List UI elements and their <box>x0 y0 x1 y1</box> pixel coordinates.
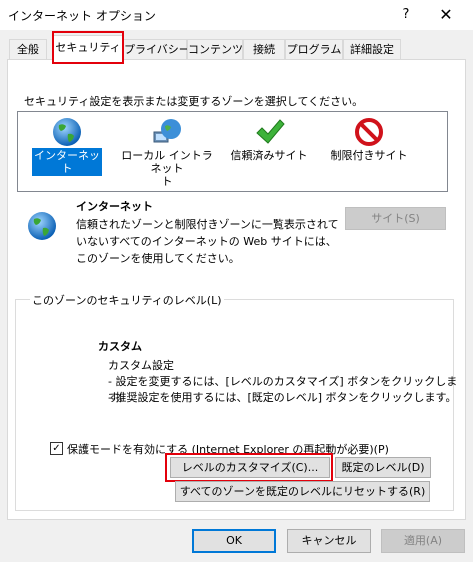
checkmark-icon <box>256 119 285 144</box>
level-subtitle: カスタム設定 <box>108 359 174 372</box>
level-instruction-2: - 推奨設定を使用するには、[既定のレベル] ボタンをクリックします。 <box>108 391 457 404</box>
level-title: カスタム <box>98 340 142 353</box>
tab-advanced[interactable]: 詳細設定 <box>343 39 401 59</box>
sites-button[interactable]: サイト(S) <box>345 207 446 230</box>
tab-programs[interactable]: プログラム <box>285 39 343 59</box>
default-level-button[interactable]: 既定のレベル(D) <box>335 457 431 478</box>
close-icon[interactable]: ✕ <box>428 2 464 28</box>
help-button[interactable]: ? <box>393 2 419 28</box>
zone-description: 信頼されたゾーンと制限付きゾーンに一覧表示されていないすべてのインターネットの … <box>76 218 339 265</box>
reset-all-zones-button[interactable]: すべてのゾーンを既定のレベルにリセットする(R) <box>175 481 430 502</box>
zone-select-prompt: セキュリティ設定を表示または変更するゾーンを選択してください。 <box>24 95 364 108</box>
tab-general[interactable]: 全般 <box>9 39 47 59</box>
tab-highlight-box <box>52 31 124 64</box>
protected-mode-checkbox[interactable]: ✓ <box>50 442 63 455</box>
zone-list: インターネット ローカル イントラネット ト 信頼済みサイト 制限付きサイト <box>17 111 448 192</box>
zone-title: インターネット <box>76 200 153 213</box>
tab-connections[interactable]: 接続 <box>243 39 285 59</box>
zone-restricted-sites[interactable]: 制限付きサイト <box>328 116 410 163</box>
apply-button[interactable]: 適用(A) <box>381 529 465 553</box>
tab-content[interactable]: コンテンツ <box>187 39 243 59</box>
globe-icon <box>53 118 81 146</box>
zone-local-intranet[interactable]: ローカル イントラネット ト <box>118 116 216 189</box>
intranet-globe-icon <box>153 119 181 143</box>
zone-internet-label: インターネット <box>32 148 102 176</box>
security-level-legend: このゾーンのセキュリティのレベル(L) <box>30 292 224 308</box>
globe-icon <box>28 212 56 240</box>
zone-internet[interactable]: インターネット <box>32 116 102 176</box>
zone-trusted-sites[interactable]: 信頼済みサイト <box>228 116 310 163</box>
ok-button[interactable]: OK <box>192 529 276 553</box>
window-title: インターネット オプション <box>8 9 156 23</box>
cancel-button[interactable]: キャンセル <box>287 529 371 553</box>
prohibited-icon <box>355 118 383 146</box>
zone-trusted-sites-label: 信頼済みサイト <box>230 149 308 162</box>
zone-restricted-sites-label: 制限付きサイト <box>330 149 408 162</box>
zone-local-intranet-label: ローカル イントラネット ト <box>121 149 213 188</box>
tab-privacy[interactable]: プライバシー <box>123 39 190 59</box>
custom-level-highlight-box <box>165 453 333 482</box>
